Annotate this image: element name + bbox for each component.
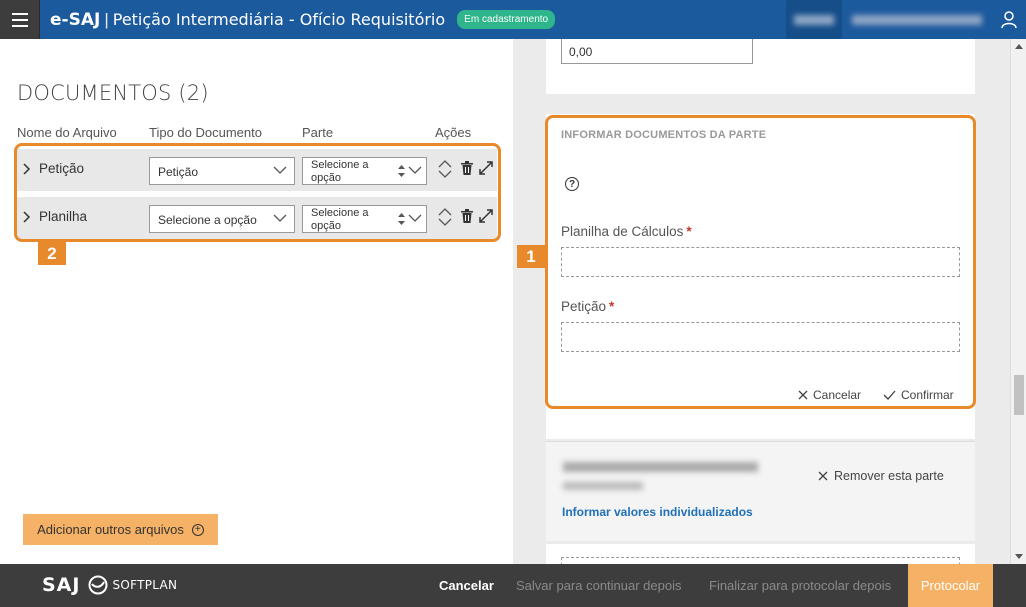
blurred-party-doc — [563, 482, 643, 490]
documents-title: DOCUMENTOS (2) — [17, 81, 209, 105]
party-panel: 0,00 INFORMAR DOCUMENTOS DA PARTE ? Plan… — [513, 39, 1010, 564]
value-input[interactable]: 0,00 — [561, 39, 753, 64]
col-header-type: Tipo do Documento — [149, 125, 262, 140]
remove-party-button[interactable]: Remover esta parte — [818, 469, 944, 483]
scrollbar[interactable] — [1010, 39, 1026, 564]
blurred-context[interactable] — [786, 0, 842, 39]
col-header-actions: Ações — [435, 125, 472, 140]
user-icon[interactable] — [992, 0, 1026, 39]
col-header-party: Parte — [302, 125, 334, 140]
page-title: Petição Intermediária - Ofício Requisitó… — [112, 10, 446, 29]
next-card — [546, 544, 975, 564]
title-separator: | — [104, 9, 109, 29]
softplan-logo: SOFTPLAN — [112, 578, 178, 592]
blurred-username[interactable] — [842, 0, 992, 39]
remove-party-label: Remover esta parte — [834, 469, 944, 483]
header-user-area — [786, 0, 1026, 39]
softplan-icon — [88, 575, 108, 595]
highlight-box-2 — [14, 143, 501, 242]
value-card: 0,00 — [546, 39, 975, 94]
next-dropzone[interactable] — [561, 557, 960, 564]
finalize-later-button[interactable]: Finalizar para protocolar depois — [709, 564, 891, 607]
annotation-badge-2: 2 — [38, 242, 66, 265]
add-files-button[interactable]: Adicionar outros arquivos + — [23, 514, 218, 545]
plus-circle-icon: + — [191, 523, 204, 536]
scroll-thumb[interactable] — [1014, 375, 1024, 415]
annotation-badge-1: 1 — [517, 245, 545, 268]
col-header-name: Nome do Arquivo — [17, 125, 117, 140]
hamburger-icon — [11, 11, 28, 29]
scroll-down-icon[interactable] — [1014, 553, 1024, 561]
saj-logo: SAJ — [42, 574, 81, 596]
status-badge: Em cadastramento — [457, 10, 556, 29]
scroll-up-icon[interactable] — [1014, 42, 1024, 50]
footer-bar: SAJ SOFTPLAN Cancelar Salvar para contin… — [0, 564, 1026, 607]
footer-logo: SAJ SOFTPLAN — [42, 574, 177, 596]
blurred-party-name — [563, 462, 758, 472]
individual-values-link[interactable]: Informar valores individualizados — [562, 505, 753, 519]
menu-button[interactable] — [0, 0, 40, 39]
highlight-box-1 — [545, 115, 976, 409]
footer-cancel-button[interactable]: Cancelar — [439, 564, 494, 607]
close-icon — [818, 471, 828, 481]
protocol-button[interactable]: Protocolar — [908, 564, 993, 607]
add-files-label: Adicionar outros arquivos — [37, 522, 184, 537]
brand-logo[interactable]: e-SAJ — [50, 10, 100, 30]
app-header: e-SAJ | Petição Intermediária - Ofício R… — [0, 0, 1026, 39]
save-later-button[interactable]: Salvar para continuar depois — [516, 564, 682, 607]
party-card: Remover esta parte Informar valores indi… — [546, 441, 975, 541]
documents-panel: DOCUMENTOS (2) Nome do Arquivo Tipo do D… — [0, 39, 513, 564]
